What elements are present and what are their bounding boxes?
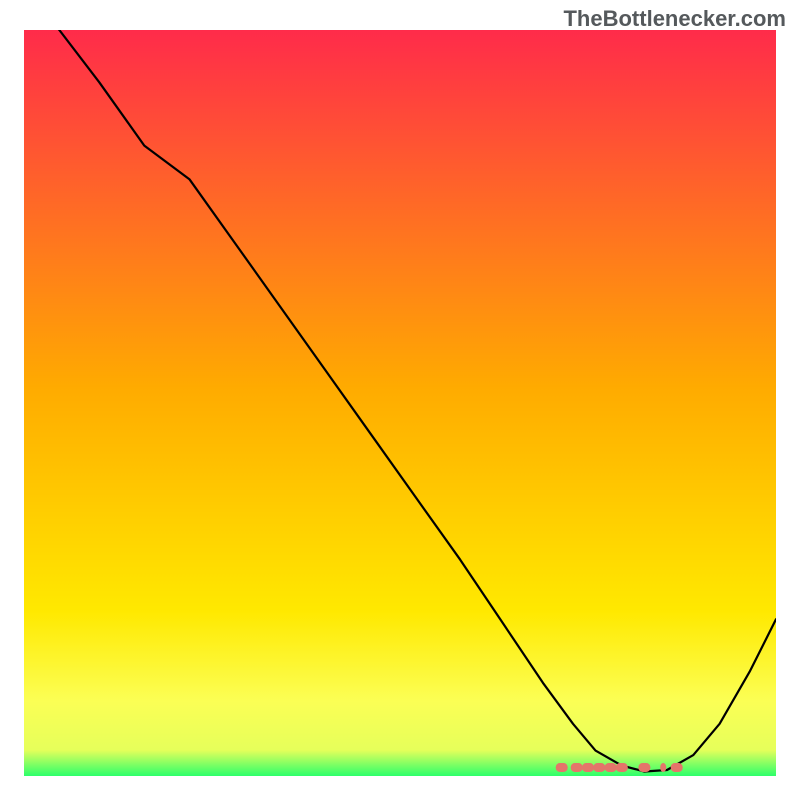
gradient-background [24, 30, 776, 776]
watermark-text: TheBottlenecker.com [563, 6, 786, 32]
chart-container [24, 30, 776, 776]
